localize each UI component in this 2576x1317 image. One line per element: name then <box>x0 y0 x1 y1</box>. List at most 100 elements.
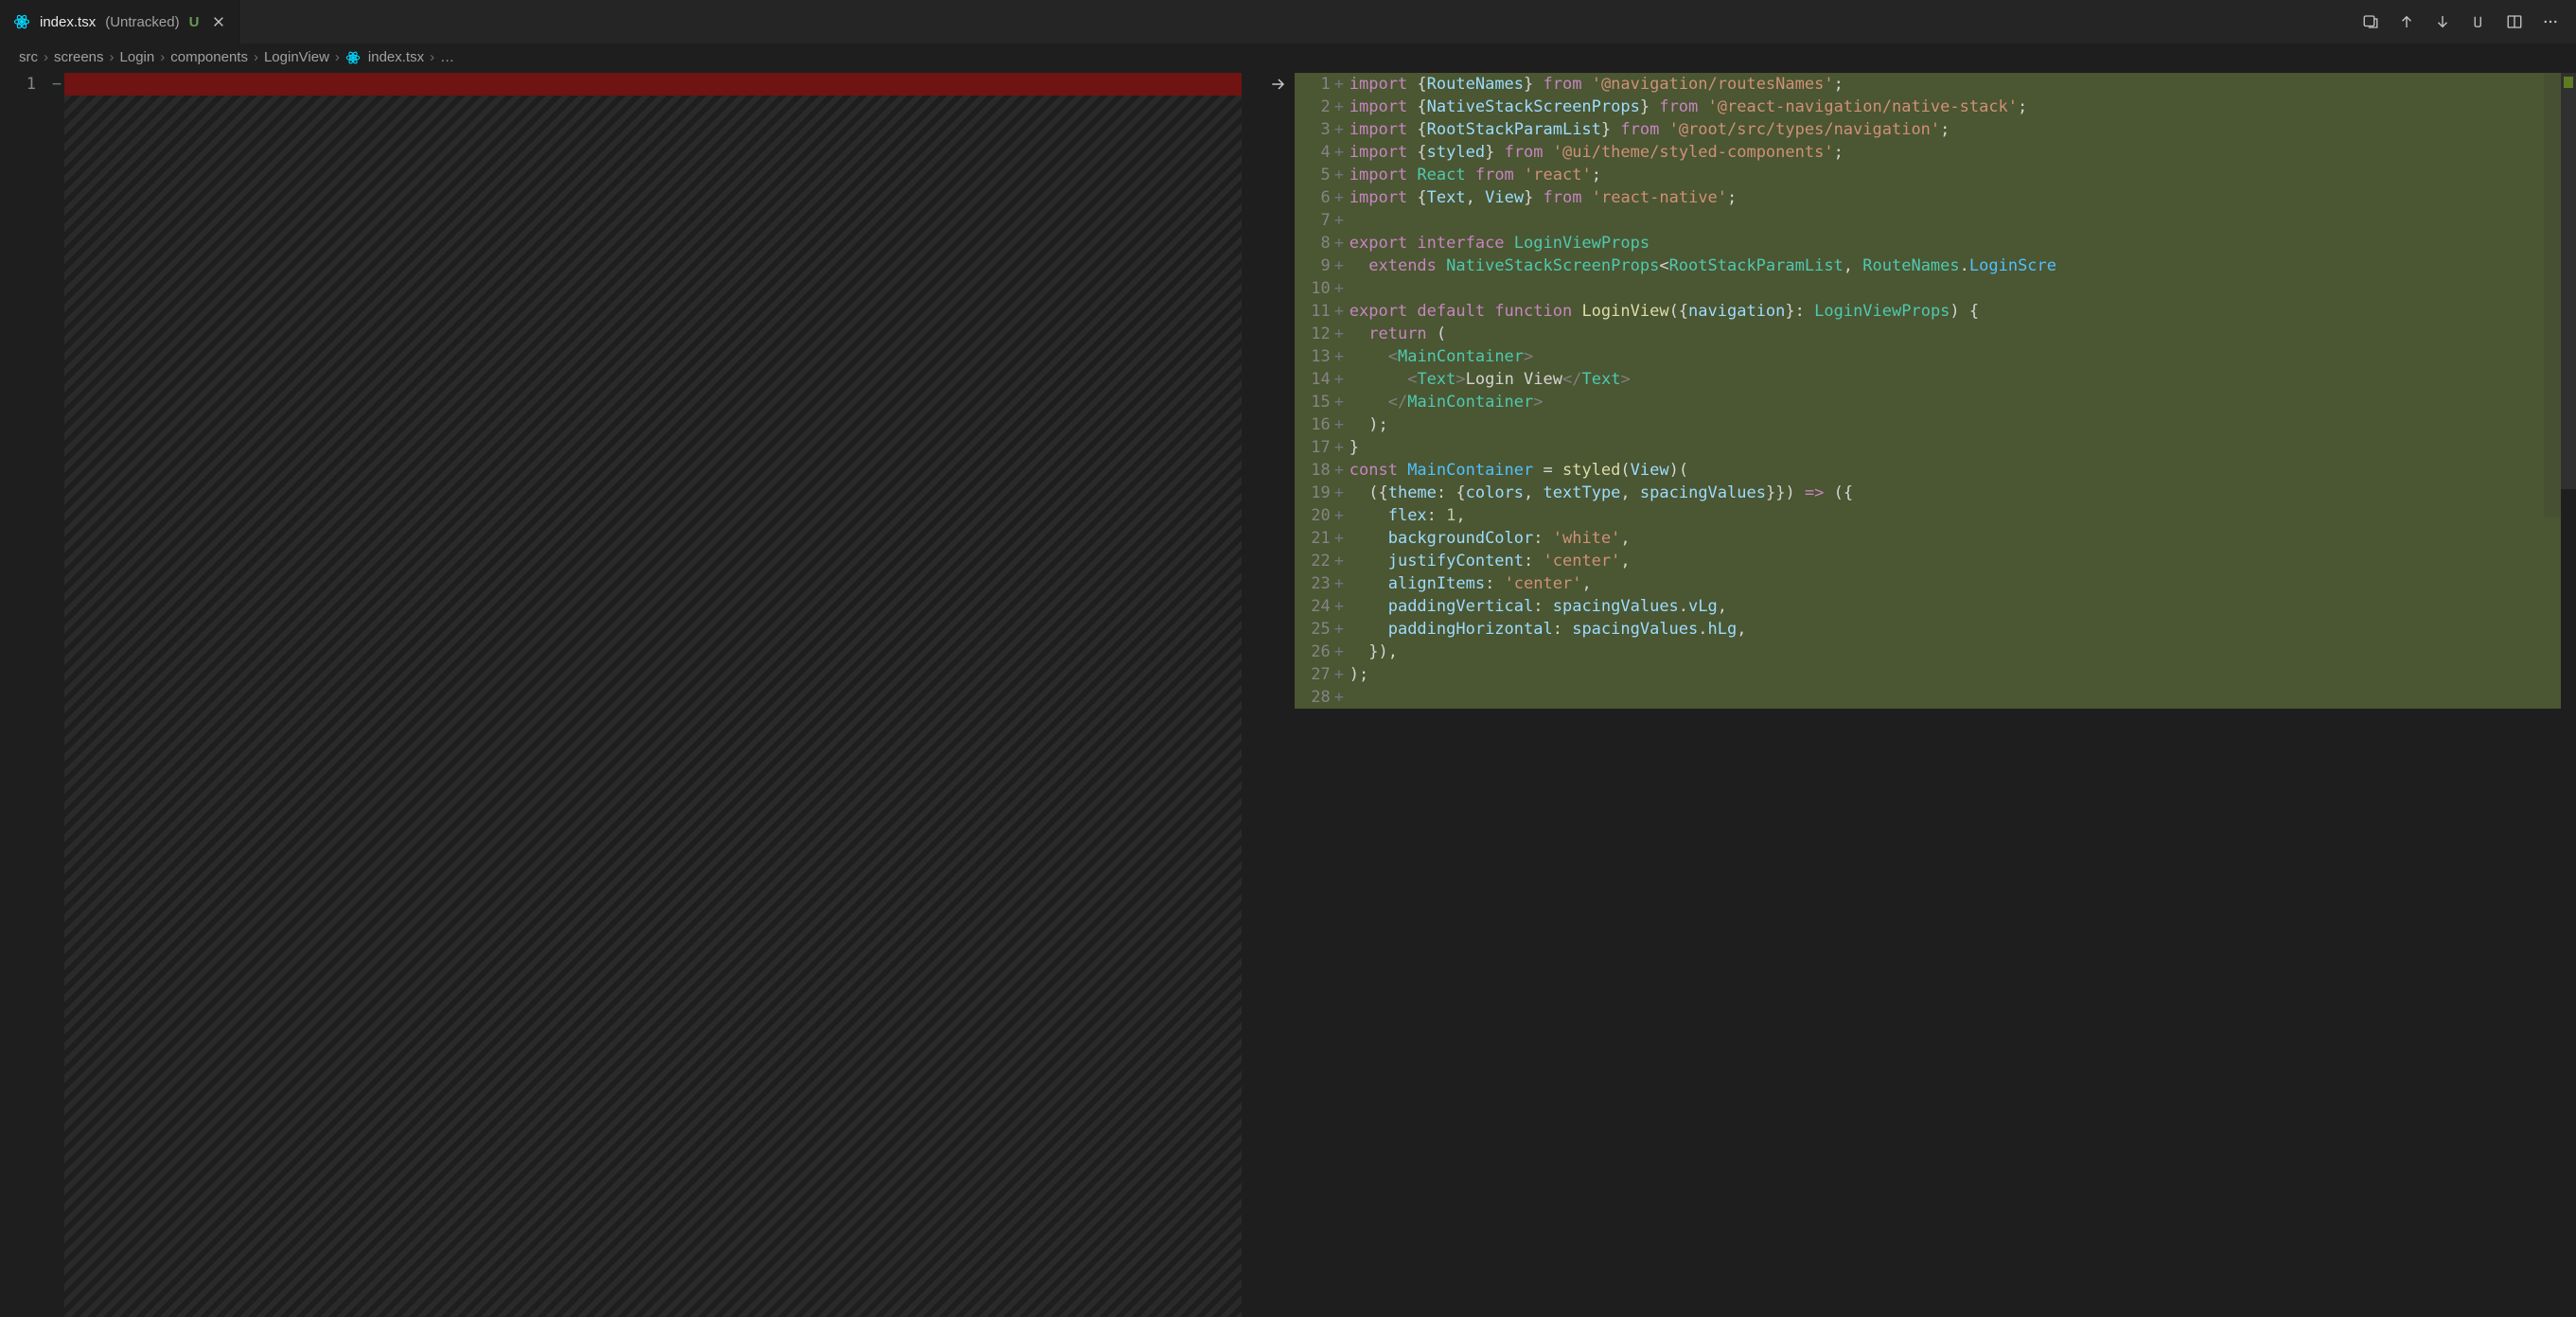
line-number: 22 <box>1295 550 1332 572</box>
code-line[interactable]: 27+); <box>1295 663 2576 686</box>
line-number: 20 <box>1295 504 1332 527</box>
line-number: 16 <box>1295 413 1332 436</box>
diff-hatched-region <box>64 96 1242 1317</box>
code-content: const MainContainer = styled(View)( <box>1346 459 2576 482</box>
code-line[interactable]: 16+ ); <box>1295 413 2576 436</box>
code-line[interactable]: 26+ }), <box>1295 641 2576 663</box>
code-line[interactable]: 12+ return ( <box>1295 323 2576 345</box>
tab-filename: index.tsx <box>40 14 96 30</box>
overview-ruler[interactable] <box>2561 73 2576 1317</box>
code-line[interactable]: 10+ <box>1295 277 2576 300</box>
breadcrumb-item[interactable]: screens <box>54 49 104 65</box>
code-line[interactable]: 14+ <Text>Login View</Text> <box>1295 368 2576 391</box>
deleted-line: 1 − <box>0 73 1262 96</box>
diff-sign-plus: + <box>1332 595 1346 618</box>
more-icon[interactable] <box>2542 13 2559 30</box>
diff-revert-gutter <box>1262 73 1295 1317</box>
code-line[interactable]: 23+ alignItems: 'center', <box>1295 572 2576 595</box>
scrollbar-thumb[interactable] <box>2561 73 2576 489</box>
chevron-right-icon: › <box>254 49 258 65</box>
breadcrumb-item[interactable]: components <box>170 49 248 65</box>
tab-index-tsx[interactable]: index.tsx (Untracked) U <box>0 0 239 44</box>
code-line[interactable]: 7+ <box>1295 209 2576 232</box>
line-number: 18 <box>1295 459 1332 482</box>
line-number: 1 <box>1295 73 1332 96</box>
code-line[interactable]: 4+import {styled} from '@ui/theme/styled… <box>1295 141 2576 164</box>
diff-pane-modified[interactable]: 1+import {RouteNames} from '@navigation/… <box>1295 73 2576 1317</box>
diff-sign-plus: + <box>1332 459 1346 482</box>
code-line[interactable]: 19+ ({theme: {colors, textType, spacingV… <box>1295 482 2576 504</box>
code-content: import React from 'react'; <box>1346 164 2576 186</box>
line-number: 25 <box>1295 618 1332 641</box>
arrow-up-icon[interactable] <box>2398 13 2415 30</box>
code-line[interactable]: 18+const MainContainer = styled(View)( <box>1295 459 2576 482</box>
line-number: 9 <box>1295 255 1332 277</box>
code-line[interactable]: 21+ backgroundColor: 'white', <box>1295 527 2576 550</box>
code-line[interactable]: 15+ </MainContainer> <box>1295 391 2576 413</box>
chevron-right-icon: › <box>160 49 165 65</box>
code-line[interactable]: 6+import {Text, View} from 'react-native… <box>1295 186 2576 209</box>
code-content: import {NativeStackScreenProps} from '@r… <box>1346 96 2576 118</box>
code-line[interactable]: 22+ justifyContent: 'center', <box>1295 550 2576 572</box>
code-line[interactable]: 8+export interface LoginViewProps <box>1295 232 2576 255</box>
diff-pane-original[interactable]: 1 − <box>0 73 1262 1317</box>
code-line[interactable]: 28+ <box>1295 686 2576 709</box>
split-editor-icon[interactable] <box>2506 13 2523 30</box>
diff-sign-plus: + <box>1332 527 1346 550</box>
line-number: 5 <box>1295 164 1332 186</box>
diff-sign-plus: + <box>1332 164 1346 186</box>
code-content: } <box>1346 436 2576 459</box>
code-line[interactable]: 2+import {NativeStackScreenProps} from '… <box>1295 96 2576 118</box>
code-line[interactable]: 1+import {RouteNames} from '@navigation/… <box>1295 73 2576 96</box>
diff-sign-minus: − <box>49 73 64 96</box>
code-line[interactable]: 24+ paddingVertical: spacingValues.vLg, <box>1295 595 2576 618</box>
code-line[interactable]: 5+import React from 'react'; <box>1295 164 2576 186</box>
arrow-down-icon[interactable] <box>2434 13 2451 30</box>
code-content: paddingVertical: spacingValues.vLg, <box>1346 595 2576 618</box>
diff-sign-plus: + <box>1332 277 1346 300</box>
breadcrumb-item[interactable]: Login <box>120 49 155 65</box>
code-line[interactable]: 13+ <MainContainer> <box>1295 345 2576 368</box>
diff-sign-plus: + <box>1332 391 1346 413</box>
diff-sign-plus: + <box>1332 255 1346 277</box>
line-number: 1 <box>0 73 49 96</box>
line-number: 6 <box>1295 186 1332 209</box>
minimap[interactable] <box>2544 73 2561 518</box>
line-number: 11 <box>1295 300 1332 323</box>
diff-sign-plus: + <box>1332 572 1346 595</box>
code-content: <MainContainer> <box>1346 345 2576 368</box>
line-number: 12 <box>1295 323 1332 345</box>
diff-sign-plus: + <box>1332 209 1346 232</box>
code-content: import {styled} from '@ui/theme/styled-c… <box>1346 141 2576 164</box>
code-line[interactable]: 20+ flex: 1, <box>1295 504 2576 527</box>
diff-sign-plus: + <box>1332 686 1346 709</box>
code-content: </MainContainer> <box>1346 391 2576 413</box>
close-icon[interactable] <box>212 15 225 28</box>
diff-sign-plus: + <box>1332 300 1346 323</box>
code-content: }), <box>1346 641 2576 663</box>
line-number: 26 <box>1295 641 1332 663</box>
code-line[interactable]: 17+} <box>1295 436 2576 459</box>
breadcrumb-item[interactable]: LoginView <box>264 49 329 65</box>
breadcrumb-item[interactable]: index.tsx <box>368 49 424 65</box>
diff-editor: 1 − 1+import {RouteNames} from '@navigat… <box>0 73 2576 1317</box>
chevron-right-icon: › <box>110 49 115 65</box>
code-line[interactable]: 9+ extends NativeStackScreenProps<RootSt… <box>1295 255 2576 277</box>
revert-change-arrow-icon[interactable] <box>1262 73 1295 96</box>
line-number: 10 <box>1295 277 1332 300</box>
whitespace-icon[interactable] <box>2470 13 2487 30</box>
line-number: 13 <box>1295 345 1332 368</box>
code-line[interactable]: 3+import {RootStackParamList} from '@roo… <box>1295 118 2576 141</box>
line-number: 21 <box>1295 527 1332 550</box>
line-number: 4 <box>1295 141 1332 164</box>
chevron-right-icon: › <box>430 49 434 65</box>
breadcrumb-item[interactable]: … <box>440 49 454 65</box>
diff-sign-plus: + <box>1332 186 1346 209</box>
open-changes-icon[interactable] <box>2362 13 2379 30</box>
breadcrumb-item[interactable]: src <box>19 49 38 65</box>
code-line[interactable]: 25+ paddingHorizontal: spacingValues.hLg… <box>1295 618 2576 641</box>
code-line[interactable]: 11+export default function LoginView({na… <box>1295 300 2576 323</box>
line-number: 19 <box>1295 482 1332 504</box>
code-content: ); <box>1346 663 2576 686</box>
code-content: paddingHorizontal: spacingValues.hLg, <box>1346 618 2576 641</box>
